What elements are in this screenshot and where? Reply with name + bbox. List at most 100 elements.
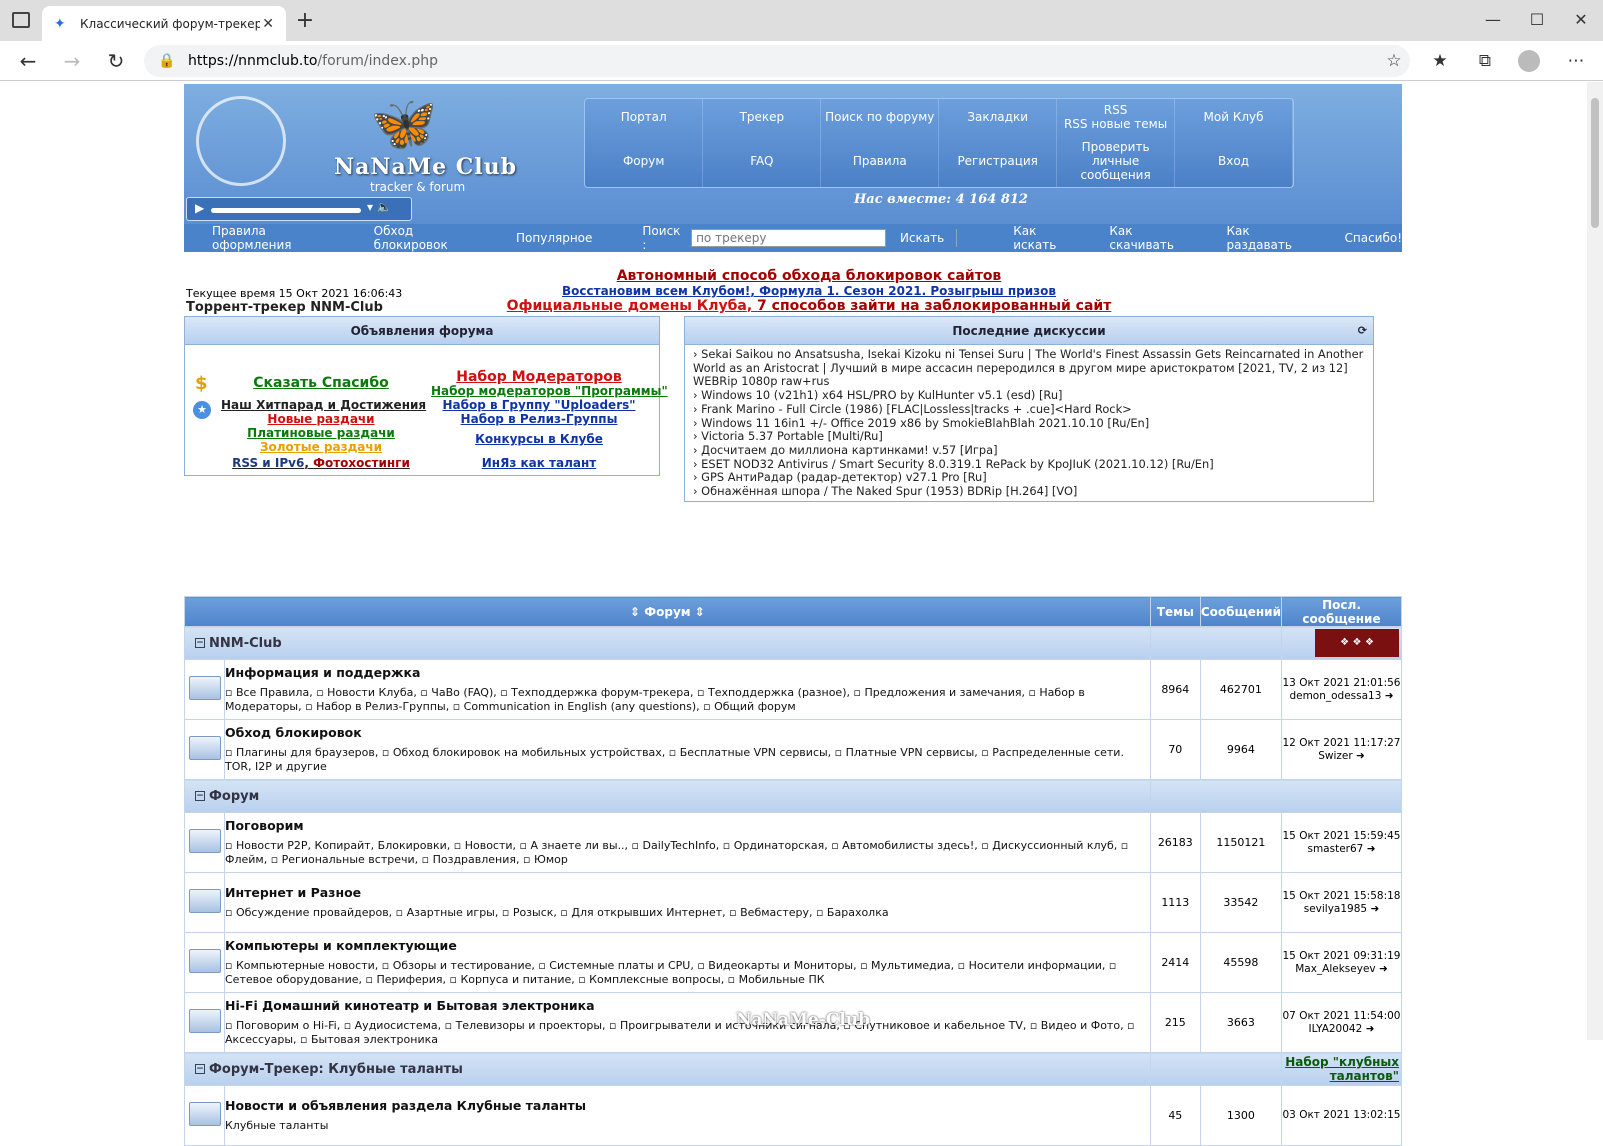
discussion-item[interactable]: › GPS АнтиРадар (радар-детектор) v27.1 P… — [693, 471, 1365, 485]
photohost-link[interactable]: Фотохостинги — [313, 456, 410, 470]
collapse-icon[interactable]: − — [195, 1064, 205, 1074]
new-tab-icon[interactable]: + — [292, 9, 318, 35]
last-post-user[interactable]: sevilya1985 — [1304, 903, 1367, 915]
menu-rules[interactable]: Правила — [820, 134, 940, 187]
favorites-icon[interactable]: ★ — [1426, 47, 1454, 75]
category-forum[interactable]: Форум — [209, 789, 259, 804]
play-icon[interactable]: ▶ — [195, 201, 204, 215]
menu-tracker[interactable]: Трекер — [702, 99, 822, 135]
contests-link[interactable]: Конкурсы в Клубе — [431, 432, 647, 446]
promo-bypass-link[interactable]: Автономный способ обхода блокировок сайт… — [384, 268, 1234, 284]
discussion-item[interactable]: › Frank Marino - Full Circle (1986) [FLA… — [693, 402, 1365, 417]
menu-bookmarks[interactable]: Закладки — [938, 99, 1058, 135]
uploaders-link[interactable]: Набор в Группу "Uploaders" — [431, 398, 647, 412]
discussion-item[interactable]: › ESET NOD32 Antivirus / Smart Security … — [693, 457, 1365, 472]
tab-actions-icon[interactable] — [12, 12, 30, 28]
menu-search[interactable]: Поиск по форуму — [820, 99, 940, 135]
menu-forum[interactable]: Форум — [585, 134, 704, 187]
help-thanks[interactable]: Спасибо! — [1344, 231, 1402, 245]
last-post-user[interactable]: smaster67 — [1307, 843, 1363, 855]
goto-post-icon[interactable]: ➜ — [1385, 690, 1394, 702]
menu-pm[interactable]: Проверить личные сообщения — [1056, 134, 1176, 187]
goto-post-icon[interactable]: ➜ — [1370, 903, 1379, 915]
discussion-item[interactable]: › Досчитаем до миллиона картинками! v.57… — [693, 443, 1365, 458]
discussion-item[interactable]: › Windows 11 16in1 +/- Office 2019 x86 b… — [693, 416, 1365, 431]
menu-portal[interactable]: Портал — [585, 99, 704, 135]
url-field[interactable]: 🔒 https://nnmclub.to/forum/index.php — [144, 45, 1410, 77]
mods-programs-link[interactable]: Набор модераторов "Программы" — [431, 384, 668, 398]
goto-post-icon[interactable]: ➜ — [1366, 1023, 1375, 1035]
volume-icon[interactable]: ▾ 🔈 — [367, 200, 392, 214]
last-post-user[interactable]: Max_Alekseyev — [1295, 963, 1375, 975]
help-how-download[interactable]: Как скачивать — [1109, 224, 1198, 252]
subforums[interactable]: Клубные таланты — [225, 1119, 1150, 1133]
audio-player[interactable]: ▶ ▾ 🔈 — [186, 197, 412, 221]
subnav-popular[interactable]: Популярное — [516, 231, 592, 245]
subnav-bypass[interactable]: Обход блокировок — [374, 224, 488, 252]
promo-f1-link[interactable]: Формула 1. Сезон 2021. Розыгрыш призов — [759, 284, 1056, 298]
talents-recruit-link[interactable]: Набор "клубных талантов" — [1281, 1052, 1402, 1086]
last-post-user[interactable]: ILYA20042 — [1309, 1023, 1363, 1035]
menu-my-club[interactable]: Мой Клуб — [1174, 99, 1293, 135]
subforums[interactable]: ▫ Поговорим о Hi-Fi, ▫ Аудиосистема, ▫ Т… — [225, 1019, 1150, 1047]
last-post-user[interactable]: Swizer — [1318, 750, 1352, 762]
menu-faq[interactable]: FAQ — [702, 134, 822, 187]
new-releases-link[interactable]: Новые раздачи — [221, 412, 421, 426]
forum-name[interactable]: Hi-Fi Домашний кинотеатр и Бытовая элект… — [225, 998, 1150, 1013]
close-tab-icon[interactable]: ✕ — [262, 16, 274, 32]
collapse-icon[interactable]: − — [195, 791, 205, 801]
forward-icon[interactable]: → — [58, 47, 86, 75]
platinum-link[interactable]: Платиновые раздачи — [221, 426, 421, 440]
site-logo[interactable]: NaNaMe Club — [334, 154, 517, 180]
forum-name[interactable]: Информация и поддержка — [225, 665, 1150, 680]
category-talents[interactable]: Форум-Трекер: Клубные таланты — [209, 1062, 463, 1077]
more-menu-icon[interactable]: ⋯ — [1562, 47, 1590, 75]
forum-name[interactable]: Поговорим — [225, 818, 1150, 833]
minimize-icon[interactable]: — — [1478, 6, 1508, 34]
menu-login[interactable]: Вход — [1174, 134, 1293, 187]
gold-link[interactable]: Золотые раздачи — [221, 440, 421, 454]
refresh-icon[interactable]: ↻ — [102, 47, 130, 75]
last-post-user[interactable]: demon_odessa13 — [1289, 690, 1381, 702]
add-favorite-icon[interactable]: ☆ — [1380, 47, 1408, 75]
discussion-item[interactable]: › Sekai Saikou no Ansatsusha, Isekai Kiz… — [693, 347, 1365, 389]
forum-name[interactable]: Новости и объявления раздела Клубные тал… — [225, 1098, 1150, 1113]
goto-post-icon[interactable]: ➜ — [1356, 750, 1365, 762]
search-input[interactable] — [691, 229, 886, 247]
forum-name[interactable]: Интернет и Разное — [225, 885, 1150, 900]
goto-post-icon[interactable]: ➜ — [1367, 843, 1376, 855]
forum-name[interactable]: Компьютеры и комплектующие — [225, 938, 1150, 953]
refresh-discussions-icon[interactable]: ⟳ — [1358, 317, 1367, 345]
scrollbar-thumb[interactable] — [1591, 98, 1599, 228]
thanks-link[interactable]: Сказать Спасибо — [221, 375, 421, 391]
subforums[interactable]: ▫ Компьютерные новости, ▫ Обзоры и тести… — [225, 959, 1150, 987]
menu-rss[interactable]: RSS RSS новые темы — [1056, 99, 1176, 135]
subforums[interactable]: ▫ Все Правила, ▫ Новости Клуба, ▫ ЧаВо (… — [225, 686, 1150, 714]
promo-restore-link[interactable]: Восстановим всем Клубом! — [562, 284, 750, 298]
menu-register[interactable]: Регистрация — [938, 134, 1058, 187]
lang-talent-link[interactable]: ИнЯз как талант — [431, 456, 647, 470]
promo-ways-link[interactable]: 7 способов зайти на заблокированный сайт — [757, 298, 1111, 314]
subforums[interactable]: ▫ Обсуждение провайдеров, ▫ Азартные игр… — [225, 906, 1150, 920]
forum-name[interactable]: Обход блокировок — [225, 725, 1150, 740]
maximize-icon[interactable]: ☐ — [1522, 6, 1552, 34]
release-groups-link[interactable]: Набор в Релиз-Группы — [431, 412, 647, 426]
close-window-icon[interactable]: ✕ — [1566, 6, 1596, 34]
browser-tab[interactable]: ✦ Классический форум-трекер :: ✕ — [42, 6, 286, 41]
search-button[interactable]: Искать — [900, 229, 958, 247]
discussion-item[interactable]: › Victoria 5.37 Portable [Multi/Ru] — [693, 430, 1365, 444]
goto-post-icon[interactable]: ➜ — [1379, 963, 1388, 975]
subforums[interactable]: ▫ Плагины для браузеров, ▫ Обход блокиро… — [225, 746, 1150, 774]
profile-avatar[interactable] — [1515, 47, 1543, 75]
collections-icon[interactable]: ⧉ — [1471, 47, 1499, 75]
help-how-seed[interactable]: Как раздавать — [1226, 224, 1316, 252]
promo-domains-link[interactable]: Официальные домены Клуба — [507, 298, 747, 314]
discussion-item[interactable]: › Обнажённая шпора / The Naked Spur (195… — [693, 484, 1365, 499]
help-how-search[interactable]: Как искать — [1013, 224, 1081, 252]
discussion-item[interactable]: › Windows 10 (v21h1) x64 HSL/PRO by KulH… — [693, 388, 1365, 403]
rss-link[interactable]: RSS и IPv6 — [232, 456, 304, 470]
collapse-icon[interactable]: − — [195, 638, 205, 648]
subnav-rules[interactable]: Правила оформления — [212, 224, 346, 252]
hitparade-link[interactable]: Наш Хитпарад и Достижения — [221, 398, 426, 412]
mods-link[interactable]: Набор Модераторов — [431, 369, 647, 385]
